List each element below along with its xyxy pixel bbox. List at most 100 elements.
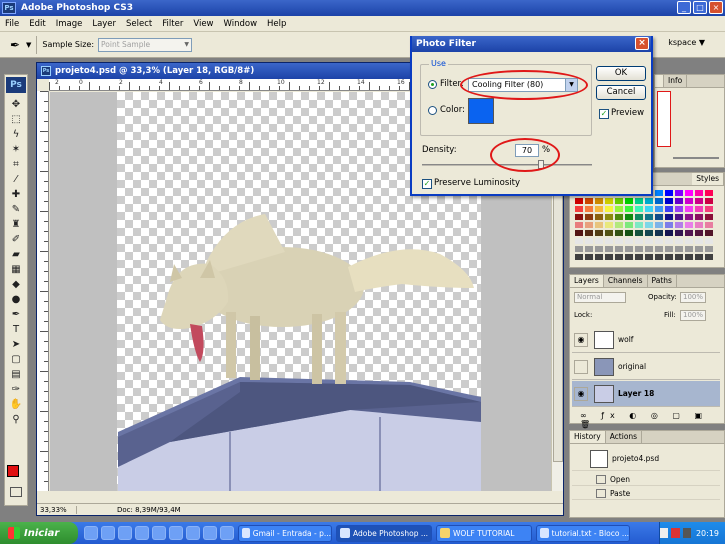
swatch-color[interactable] — [664, 229, 674, 237]
swatch-color[interactable] — [694, 229, 704, 237]
swatch-color[interactable] — [684, 253, 694, 261]
swatch-color[interactable] — [664, 221, 674, 229]
tab-styles[interactable]: Styles — [692, 173, 724, 185]
cancel-button[interactable]: Cancel — [596, 85, 646, 100]
swatch-color[interactable] — [574, 221, 584, 229]
swatch-color[interactable] — [594, 221, 604, 229]
filter-radio[interactable] — [428, 80, 437, 89]
swatch-color[interactable] — [584, 237, 594, 245]
swatch-color[interactable] — [674, 197, 684, 205]
swatch-color[interactable] — [654, 237, 664, 245]
ok-button[interactable]: OK — [596, 66, 646, 81]
swatch-color[interactable] — [694, 197, 704, 205]
opacity-value[interactable]: 100% — [680, 292, 706, 303]
swatch-color[interactable] — [614, 237, 624, 245]
quick-launch-icon[interactable] — [203, 526, 217, 540]
swatch-grid[interactable] — [574, 189, 714, 261]
swatch-color[interactable] — [624, 237, 634, 245]
swatch-color[interactable] — [584, 213, 594, 221]
swatch-color[interactable] — [694, 189, 704, 197]
swatch-color[interactable] — [644, 197, 654, 205]
swatch-color[interactable] — [684, 245, 694, 253]
swatch-color[interactable] — [654, 253, 664, 261]
quick-launch-icon[interactable] — [101, 526, 115, 540]
swatch-color[interactable] — [674, 229, 684, 237]
swatch-color[interactable] — [604, 213, 614, 221]
quick-launch-icon[interactable] — [135, 526, 149, 540]
swatch-color[interactable] — [644, 213, 654, 221]
swatch-color[interactable] — [654, 205, 664, 213]
swatch-color[interactable] — [684, 213, 694, 221]
tab-history[interactable]: History — [570, 431, 606, 443]
swatch-color[interactable] — [664, 213, 674, 221]
swatch-color[interactable] — [614, 197, 624, 205]
swatch-color[interactable] — [664, 253, 674, 261]
swatch-color[interactable] — [624, 205, 634, 213]
swatch-color[interactable] — [614, 253, 624, 261]
swatch-color[interactable] — [634, 237, 644, 245]
filter-color-swatch[interactable] — [468, 98, 494, 124]
eye-icon[interactable]: ◉ — [574, 332, 588, 347]
swatch-color[interactable] — [644, 205, 654, 213]
menu-help[interactable]: Help — [262, 19, 291, 29]
gradient-tool-icon[interactable]: ▦ — [5, 262, 27, 277]
swatch-color[interactable] — [594, 229, 604, 237]
taskbar-button-gmail[interactable]: Gmail - Entrada - p... — [238, 524, 332, 542]
toolbox-ps-logo-icon[interactable]: Ps — [6, 77, 26, 93]
close-button[interactable]: × — [709, 1, 723, 14]
layers-footer-icons[interactable]: ∞ ƒx ◐ ◎ ▢ ▣ 🗑 — [580, 411, 724, 429]
swatch-color[interactable] — [694, 237, 704, 245]
swatch-color[interactable] — [684, 205, 694, 213]
swatch-color[interactable] — [684, 221, 694, 229]
swatch-color[interactable] — [604, 229, 614, 237]
layer-row-wolf[interactable]: ◉ wolf — [572, 327, 720, 353]
zoom-tool-icon[interactable]: ⚲ — [5, 412, 27, 427]
healing-brush-tool-icon[interactable]: ✚ — [5, 187, 27, 202]
tray-icon[interactable] — [682, 528, 691, 538]
history-item-open[interactable]: Open — [572, 473, 720, 486]
lasso-tool-icon[interactable]: ϟ — [5, 127, 27, 142]
swatch-color[interactable] — [694, 245, 704, 253]
swatch-color[interactable] — [584, 245, 594, 253]
swatch-color[interactable] — [624, 253, 634, 261]
eyedropper-icon[interactable]: ✒ — [6, 36, 24, 54]
menu-view[interactable]: View — [188, 19, 218, 29]
density-slider-track[interactable] — [422, 164, 592, 166]
navigator-thumbnail[interactable] — [657, 91, 671, 147]
swatch-color[interactable] — [694, 253, 704, 261]
swatch-color[interactable] — [674, 221, 684, 229]
swatch-color[interactable] — [674, 237, 684, 245]
taskbar-button-photoshop[interactable]: Adobe Photoshop ... — [336, 524, 432, 542]
swatch-color[interactable] — [664, 197, 674, 205]
quick-launch-icon[interactable] — [169, 526, 183, 540]
swatch-color[interactable] — [654, 213, 664, 221]
tab-paths[interactable]: Paths — [648, 275, 677, 287]
swatch-color[interactable] — [574, 213, 584, 221]
swatch-color[interactable] — [674, 253, 684, 261]
swatch-color[interactable] — [584, 253, 594, 261]
swatch-color[interactable] — [704, 253, 714, 261]
sample-size-select[interactable]: Point Sample — [98, 37, 193, 52]
tab-info[interactable]: Info — [664, 75, 688, 87]
swatch-color[interactable] — [644, 253, 654, 261]
hand-tool-icon[interactable]: ✋ — [5, 397, 27, 412]
swatch-color[interactable] — [624, 221, 634, 229]
move-tool-icon[interactable]: ✥ — [5, 97, 27, 112]
swatch-color[interactable] — [634, 205, 644, 213]
swatch-color[interactable] — [654, 245, 664, 253]
swatch-color[interactable] — [614, 205, 624, 213]
swatch-color[interactable] — [594, 205, 604, 213]
marquee-tool-icon[interactable]: ⬚ — [5, 112, 27, 127]
swatch-color[interactable] — [704, 205, 714, 213]
swatch-color[interactable] — [624, 213, 634, 221]
eraser-tool-icon[interactable]: ▰ — [5, 247, 27, 262]
swatch-color[interactable] — [684, 237, 694, 245]
quick-launch-icon[interactable] — [220, 526, 234, 540]
swatch-color[interactable] — [594, 237, 604, 245]
swatch-color[interactable] — [604, 221, 614, 229]
density-slider-thumb[interactable] — [538, 160, 544, 169]
swatch-color[interactable] — [704, 245, 714, 253]
swatch-color[interactable] — [644, 221, 654, 229]
dialog-close-icon[interactable]: × — [635, 37, 649, 50]
swatch-color[interactable] — [604, 237, 614, 245]
